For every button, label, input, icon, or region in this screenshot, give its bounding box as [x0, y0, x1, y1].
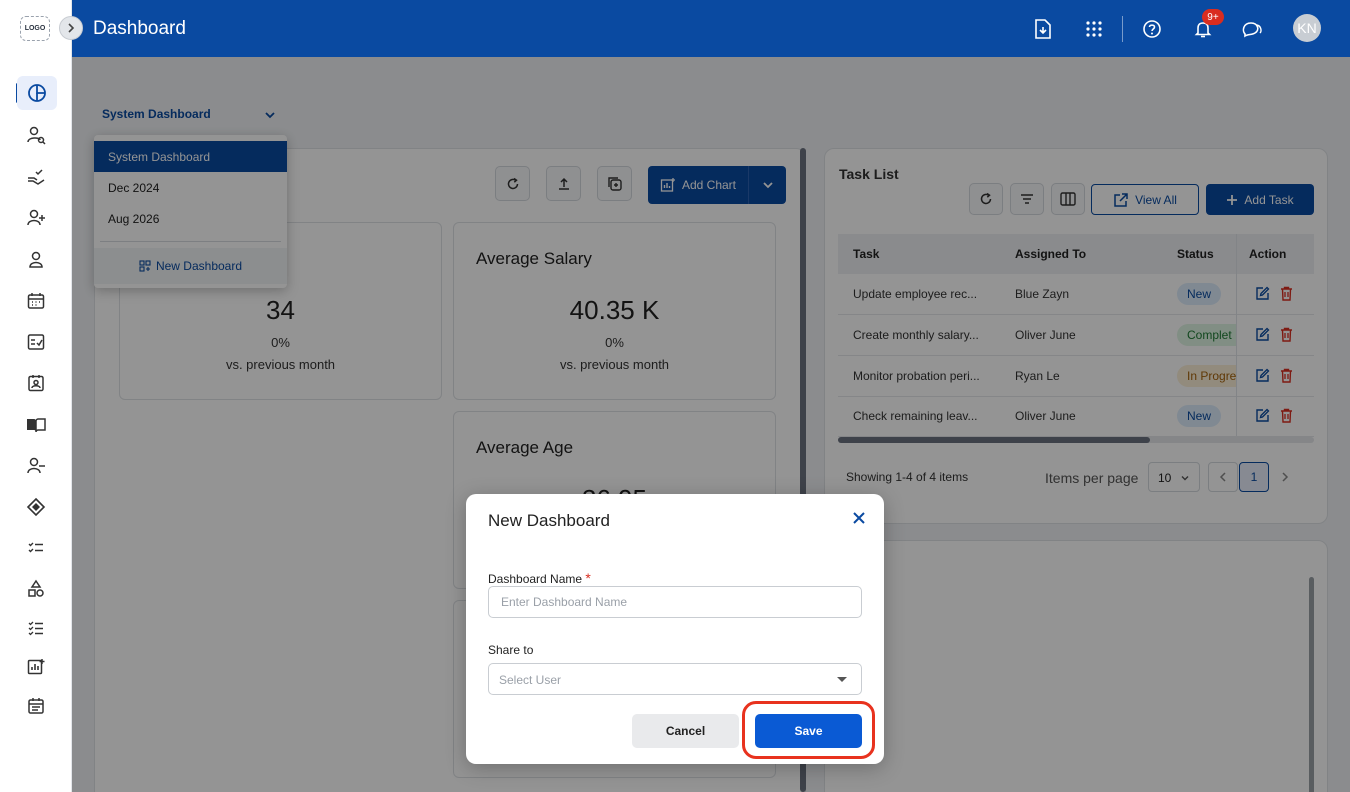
apps-menu-button[interactable] — [1081, 16, 1107, 42]
sidebar-item-remove-user[interactable] — [21, 451, 51, 481]
share-to-select[interactable]: Select User — [488, 663, 862, 695]
user-avatar[interactable]: KN — [1293, 14, 1321, 42]
dashboard-name-label-text: Dashboard Name — [488, 572, 583, 586]
cancel-button[interactable]: Cancel — [632, 714, 739, 748]
required-marker: * — [585, 570, 591, 586]
caret-down-icon — [837, 677, 847, 682]
sidebar-item-add-user[interactable] — [21, 203, 51, 233]
sidebar-item-handbook[interactable] — [21, 410, 51, 440]
logo: LOGO — [20, 16, 50, 41]
dashboard-name-input[interactable] — [488, 586, 862, 618]
checklist-icon — [27, 334, 45, 350]
chevron-right-icon — [68, 23, 75, 33]
close-icon — [853, 512, 865, 524]
sidebar-item-schedule[interactable] — [21, 691, 51, 721]
sidebar-item-ordered-list[interactable] — [21, 613, 51, 643]
hand-check-icon — [28, 169, 45, 185]
pie-chart-icon — [28, 84, 46, 102]
sidebar-item-benefits[interactable] — [21, 492, 51, 522]
grid-dots-icon — [1086, 21, 1102, 37]
sidebar-item-tasks[interactable] — [21, 327, 51, 357]
book-icon — [27, 418, 46, 433]
help-button[interactable] — [1139, 16, 1165, 42]
dashboard-name-label: Dashboard Name * — [488, 570, 591, 586]
sidebar-item-search-employee[interactable] — [21, 120, 51, 150]
sidebar-item-dashboard[interactable] — [17, 76, 57, 110]
list-check-icon — [28, 542, 43, 553]
tag-icon — [26, 497, 46, 517]
sidebar-item-approval[interactable] — [21, 162, 51, 192]
user-plus-icon — [27, 209, 45, 226]
sidebar-item-contacts[interactable] — [21, 368, 51, 398]
shapes-icon — [28, 579, 44, 597]
user-search-icon — [27, 126, 46, 145]
chart-add-icon — [27, 659, 45, 675]
sidebar-item-assets[interactable] — [21, 574, 51, 604]
header-divider — [1122, 16, 1123, 42]
help-icon — [1143, 20, 1161, 38]
calendar-icon — [27, 293, 45, 309]
top-header: Dashboard 9+ KN — [72, 0, 1350, 57]
file-download-icon — [1035, 19, 1051, 39]
modal-title: New Dashboard — [488, 511, 610, 530]
user-icon — [29, 251, 43, 268]
numbered-list-icon — [28, 621, 43, 636]
download-button[interactable] — [1030, 16, 1056, 42]
sidebar-item-calendar[interactable] — [21, 286, 51, 316]
chat-bubbles-icon — [1242, 22, 1262, 38]
user-minus-icon — [27, 457, 45, 474]
sidebar-item-reports[interactable] — [21, 652, 51, 682]
calendar-list-icon — [28, 698, 44, 714]
sidebar: LOGO — [0, 0, 72, 792]
sidebar-expand-button[interactable] — [59, 16, 83, 40]
sidebar-item-profile[interactable] — [21, 245, 51, 275]
page-title: Dashboard — [93, 18, 186, 39]
share-to-label: Share to — [488, 643, 534, 657]
close-modal-button[interactable] — [852, 511, 866, 525]
sidebar-item-checklist[interactable] — [21, 533, 51, 563]
share-to-placeholder: Select User — [499, 673, 562, 687]
contact-card-icon — [28, 375, 44, 392]
chat-button[interactable] — [1239, 16, 1265, 42]
notification-badge: 9+ — [1202, 9, 1224, 25]
save-button-highlight — [742, 701, 875, 759]
